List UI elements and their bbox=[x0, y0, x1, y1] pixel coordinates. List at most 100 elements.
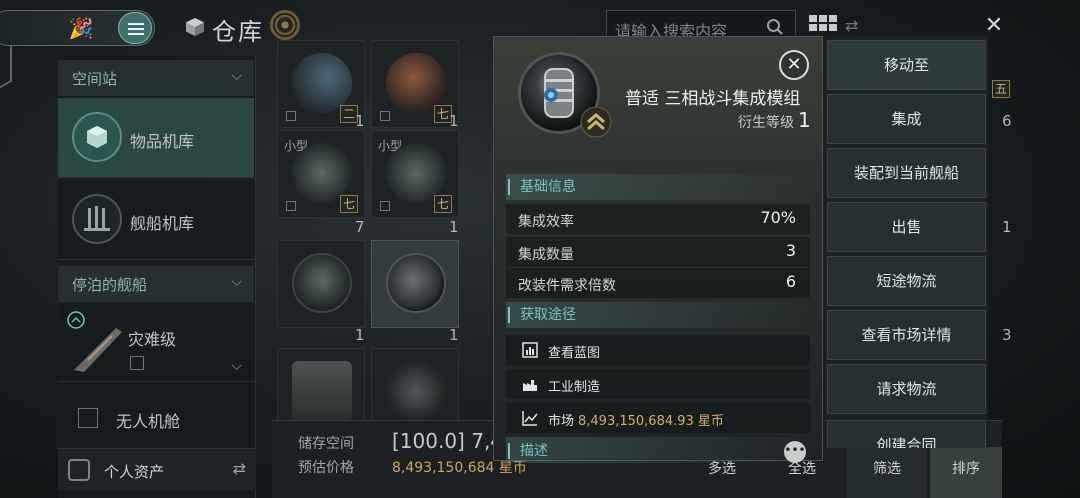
more-options-button[interactable]: ••• bbox=[784, 441, 806, 463]
ship-entry[interactable]: 灾难级 ⌵ bbox=[58, 306, 254, 382]
chevron-down-icon: ⌵ bbox=[231, 68, 242, 84]
sidebar-item-ship-hangar[interactable]: 舰船机库 bbox=[58, 180, 254, 260]
market-price: 8,493,150,684.93 星币 bbox=[578, 414, 724, 429]
page-title: 仓库 bbox=[212, 18, 264, 46]
section-source: 获取途径 bbox=[508, 307, 576, 323]
ship-rack-icon bbox=[72, 194, 122, 244]
search-icon[interactable] bbox=[766, 18, 784, 36]
stat-label: 集成效率 bbox=[518, 214, 574, 230]
item-thumbnail bbox=[386, 53, 446, 113]
item-thumbnail bbox=[386, 361, 446, 421]
stat-label: 改装件需求倍数 bbox=[518, 278, 616, 294]
section-description: 描述 bbox=[508, 443, 548, 459]
inventory-cell[interactable]: 小型 七 bbox=[371, 130, 459, 218]
lock-icon bbox=[130, 356, 144, 370]
section-bar bbox=[506, 437, 810, 463]
estimated-price-label: 预估价格 bbox=[298, 460, 354, 476]
item-count: 1 bbox=[355, 326, 365, 344]
sidebar-section-docked-ships[interactable]: 停泊的舰船 ⌵ bbox=[58, 266, 254, 302]
sort-button[interactable]: 排序 bbox=[930, 447, 1002, 498]
lock-icon bbox=[286, 201, 296, 211]
rank-chevron-icon bbox=[580, 106, 612, 138]
ship-name: 灾难级 bbox=[128, 330, 177, 349]
source-market[interactable]: 市场 8,493,150,684.93 星币 bbox=[506, 403, 810, 433]
close-icon[interactable]: ✕ bbox=[982, 14, 1006, 38]
menu-button[interactable] bbox=[118, 12, 152, 44]
personal-assets-label: 个人资产 bbox=[104, 463, 165, 481]
safe-icon bbox=[68, 459, 90, 481]
section-label: 停泊的舰船 bbox=[72, 276, 148, 294]
item-count: 7 bbox=[355, 218, 365, 236]
swap-icon[interactable]: ⇄ bbox=[233, 459, 246, 478]
source-label: 查看蓝图 bbox=[548, 346, 601, 361]
item-thumbnail bbox=[386, 143, 446, 203]
item-count: 1 bbox=[449, 218, 459, 236]
action-view-market[interactable]: 查看市场详情 bbox=[827, 310, 986, 360]
item-count: 6 bbox=[1002, 112, 1012, 130]
derive-level-label: 衍生等级 bbox=[738, 115, 794, 131]
sidebar: 空间站 ⌵ 物品机库 舰船机库 停泊的舰船 ⌵ 灾难级 ⌵ 无人机舱 bbox=[58, 56, 256, 498]
lock-icon bbox=[380, 201, 390, 211]
lock-icon bbox=[380, 111, 390, 121]
item-name: 普适 三相战斗集成模组 bbox=[625, 89, 801, 109]
stat-value: 3 bbox=[785, 241, 796, 260]
item-thumbnail bbox=[292, 53, 352, 113]
factory-icon bbox=[523, 380, 537, 391]
item-count: 1 bbox=[449, 326, 459, 344]
item-count: 3 bbox=[1002, 326, 1012, 344]
storage-value: [100.0] 7,4 bbox=[392, 429, 504, 453]
item-count: 1 bbox=[449, 112, 459, 130]
sidebar-item-label: 舰船机库 bbox=[130, 214, 195, 233]
item-thumbnail bbox=[292, 361, 352, 421]
blueprint-icon bbox=[522, 342, 538, 358]
source-label: 市场 bbox=[548, 414, 575, 429]
action-integrate[interactable]: 集成 bbox=[827, 94, 986, 144]
action-equip-current-ship[interactable]: 装配到当前舰船 bbox=[827, 148, 986, 198]
section-label: 空间站 bbox=[72, 70, 118, 88]
inventory-cell[interactable]: 七 bbox=[371, 40, 459, 128]
box-icon bbox=[72, 112, 122, 162]
stat-row: 集成数量 3 bbox=[506, 237, 810, 267]
lock-icon bbox=[286, 111, 296, 121]
action-request-logistics[interactable]: 请求物流 bbox=[827, 364, 986, 414]
inventory-cell[interactable]: 小型 七 bbox=[277, 130, 365, 218]
item-thumbnail bbox=[292, 253, 352, 313]
sidebar-item-item-hangar[interactable]: 物品机库 bbox=[58, 98, 254, 178]
source-label: 工业制造 bbox=[548, 380, 601, 395]
stat-label: 集成数量 bbox=[518, 247, 574, 263]
derive-level-value: 1 bbox=[798, 108, 811, 132]
party-popper-icon[interactable]: 🎉 bbox=[66, 14, 96, 42]
filter-button[interactable]: 筛选 bbox=[847, 447, 927, 498]
close-icon[interactable]: ✕ bbox=[779, 50, 809, 80]
ship-thumbnail bbox=[74, 328, 122, 372]
inventory-cell-selected[interactable] bbox=[371, 240, 459, 328]
inventory-cell[interactable] bbox=[277, 240, 365, 328]
sidebar-item-drone-bay[interactable]: 无人机舱 bbox=[58, 388, 254, 454]
rank-badge: 七 bbox=[434, 195, 452, 213]
source-blueprint[interactable]: 查看蓝图 bbox=[506, 335, 810, 365]
rank-badge: 五 bbox=[992, 80, 1010, 98]
cube-icon bbox=[186, 18, 204, 36]
action-sell[interactable]: 出售 bbox=[827, 202, 986, 252]
stat-value: 6 bbox=[785, 272, 796, 291]
storage-label: 储存空间 bbox=[298, 436, 354, 452]
source-industry[interactable]: 工业制造 bbox=[506, 369, 810, 399]
drone-icon bbox=[78, 408, 98, 428]
sidebar-item-label: 物品机库 bbox=[130, 132, 195, 151]
section-basic-info: 基础信息 bbox=[508, 179, 576, 195]
action-create-contract[interactable]: 创建合同 bbox=[827, 420, 986, 448]
item-count: 1 bbox=[1002, 218, 1012, 236]
personal-assets-button[interactable]: 个人资产 ⇄ bbox=[58, 448, 256, 490]
sidebar-section-station[interactable]: 空间站 ⌵ bbox=[58, 60, 254, 96]
chevron-down-icon: ⌵ bbox=[231, 358, 242, 374]
stat-row: 改装件需求倍数 6 bbox=[506, 268, 810, 298]
chevron-down-icon: ⌵ bbox=[231, 274, 242, 290]
sidebar-item-label: 无人机舱 bbox=[116, 412, 181, 431]
stat-value: 70% bbox=[760, 208, 796, 227]
action-short-logistics[interactable]: 短途物流 bbox=[827, 256, 986, 306]
action-move-to[interactable]: 移动至 bbox=[827, 40, 986, 90]
rank-badge: 七 bbox=[340, 195, 358, 213]
swap-icon[interactable]: ⇄ bbox=[845, 16, 867, 38]
ring-emblem-icon bbox=[270, 10, 300, 40]
inventory-cell[interactable]: 二 bbox=[277, 40, 365, 128]
